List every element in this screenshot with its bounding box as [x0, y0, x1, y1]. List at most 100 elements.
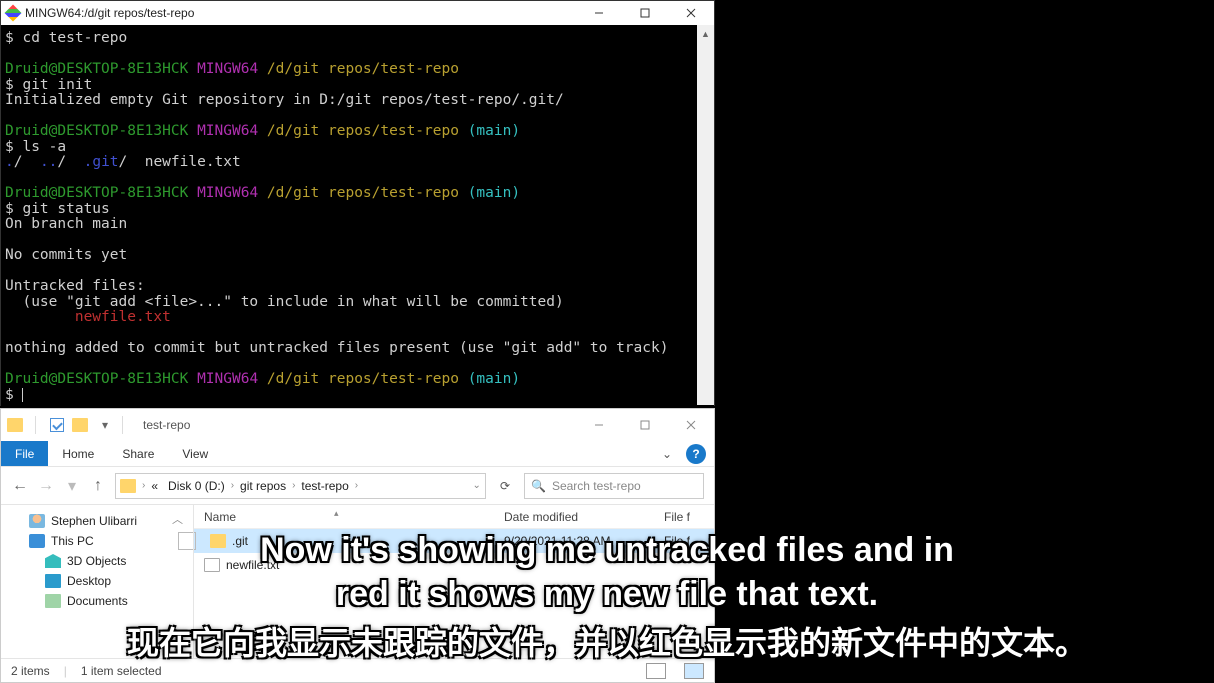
- folder-icon: [7, 418, 23, 432]
- tab-view[interactable]: View: [168, 441, 222, 466]
- desktop-icon: [45, 574, 61, 588]
- scrollbar[interactable]: ▲: [697, 25, 714, 405]
- terminal-line: Druid@DESKTOP-8E13HCK MINGW64 /d/git rep…: [5, 372, 710, 388]
- help-button[interactable]: ?: [686, 444, 706, 464]
- address-bar-row: ← → ▾ ↑ › « Disk 0 (D:) › git repos › te…: [1, 467, 714, 505]
- crumb-segment[interactable]: test-repo: [297, 479, 352, 493]
- column-headers[interactable]: ▴Name Date modified File f: [194, 505, 714, 529]
- docs-icon: [45, 594, 61, 608]
- terminal-line: $ git init: [5, 78, 710, 94]
- terminal-window: MINGW64:/d/git repos/test-repo $ cd test…: [0, 0, 715, 406]
- refresh-button[interactable]: ⟳: [494, 479, 516, 493]
- file-row[interactable]: newfile.txt: [194, 553, 714, 577]
- search-input[interactable]: 🔍 Search test-repo: [524, 473, 704, 499]
- maximize-button[interactable]: [622, 1, 668, 25]
- scroll-up-icon[interactable]: ▲: [697, 25, 714, 42]
- col-name[interactable]: ▴Name: [194, 510, 494, 524]
- terminal-line: [5, 264, 710, 280]
- mingw-icon: [5, 5, 22, 22]
- recent-dropdown[interactable]: ▾: [63, 476, 81, 496]
- status-item-count: 2 items: [11, 664, 50, 678]
- terminal-line: [5, 233, 710, 249]
- ribbon-expand-icon[interactable]: ⌄: [652, 441, 682, 466]
- maximize-button[interactable]: [622, 413, 668, 437]
- terminal-line: newfile.txt: [5, 310, 710, 326]
- chevron-icon[interactable]: ›: [292, 480, 295, 491]
- folder-icon: [210, 534, 226, 548]
- status-selected-count: 1 item selected: [81, 664, 162, 678]
- nav-item[interactable]: 3D Objects: [5, 551, 189, 571]
- terminal-line: $ cd test-repo: [5, 31, 710, 47]
- file-name: .git: [232, 534, 248, 548]
- terminal-line: $: [5, 388, 710, 404]
- user-icon: [29, 514, 45, 528]
- col-date[interactable]: Date modified: [494, 510, 654, 524]
- chevron-icon[interactable]: ›: [355, 480, 358, 491]
- nav-item[interactable]: Desktop: [5, 571, 189, 591]
- folder-icon[interactable]: [72, 418, 88, 432]
- chevron-icon[interactable]: ›: [231, 480, 234, 491]
- file-type: File f: [654, 534, 714, 548]
- file-list[interactable]: .git 9/20/2021 11:28 AMFile f newfile.txt: [194, 529, 714, 658]
- close-button[interactable]: [668, 413, 714, 437]
- minimize-button[interactable]: [576, 1, 622, 25]
- search-icon: 🔍: [531, 479, 546, 493]
- view-large-button[interactable]: [684, 663, 704, 679]
- terminal-line: [5, 171, 710, 187]
- terminal-line: No commits yet: [5, 248, 710, 264]
- terminal-line: Untracked files:: [5, 279, 710, 295]
- nav-item-label: Documents: [67, 594, 128, 608]
- terminal-line: [5, 326, 710, 342]
- crumb-segment[interactable]: git repos: [236, 479, 290, 493]
- view-details-button[interactable]: [646, 663, 666, 679]
- terminal-titlebar[interactable]: MINGW64:/d/git repos/test-repo: [1, 1, 714, 25]
- window-title: test-repo: [143, 418, 190, 432]
- col-type[interactable]: File f: [654, 510, 714, 524]
- terminal-line: On branch main: [5, 217, 710, 233]
- crumb-segment[interactable]: Disk 0 (D:): [164, 479, 229, 493]
- check-icon[interactable]: [50, 418, 64, 432]
- dropdown-icon[interactable]: ▾: [102, 418, 108, 432]
- status-bar: 2 items | 1 item selected: [1, 658, 714, 682]
- terminal-line: nothing added to commit but untracked fi…: [5, 341, 710, 357]
- crumb-overflow[interactable]: «: [147, 479, 162, 493]
- terminal-line: $ git status: [5, 202, 710, 218]
- tab-file[interactable]: File: [1, 441, 48, 466]
- folder-icon: [120, 479, 136, 493]
- up-button[interactable]: ↑: [89, 477, 107, 495]
- minimize-button[interactable]: [576, 413, 622, 437]
- file-name: newfile.txt: [226, 558, 279, 572]
- nav-item[interactable]: Stephen Ulibarri: [5, 511, 189, 531]
- chevron-icon[interactable]: ›: [142, 480, 145, 491]
- explorer-titlebar[interactable]: ▾ test-repo: [1, 409, 714, 441]
- sort-asc-icon: ▴: [334, 508, 339, 519]
- nav-item[interactable]: This PC: [5, 531, 189, 551]
- nav-pane[interactable]: ︿ Stephen Ulibarri This PC 3D Objects Deskt…: [1, 505, 194, 658]
- breadcrumb[interactable]: › « Disk 0 (D:) › git repos › test-repo …: [115, 473, 486, 499]
- forward-button[interactable]: →: [37, 477, 55, 495]
- terminal-line: (use "git add <file>..." to include in w…: [5, 295, 710, 311]
- tab-home[interactable]: Home: [48, 441, 108, 466]
- terminal-title: MINGW64:/d/git repos/test-repo: [25, 6, 194, 20]
- tab-share[interactable]: Share: [108, 441, 168, 466]
- dropdown-icon[interactable]: ⌄: [473, 480, 481, 491]
- explorer-window: ▾ test-repo File Home Share View ⌄ ? ← →…: [0, 408, 715, 683]
- terminal-line: ./ ../ .git/ newfile.txt: [5, 155, 710, 171]
- txt-icon: [204, 558, 220, 572]
- terminal-line: [5, 357, 710, 373]
- nav-item-label: Stephen Ulibarri: [51, 514, 137, 528]
- back-button[interactable]: ←: [11, 477, 29, 495]
- nav-item-label: Desktop: [67, 574, 111, 588]
- nav-item-label: This PC: [51, 534, 94, 548]
- terminal-line: $ ls -a: [5, 140, 710, 156]
- terminal-output[interactable]: $ cd test-repo Druid@DESKTOP-8E13HCK MIN…: [1, 25, 714, 407]
- terminal-line: [5, 47, 710, 63]
- obj3d-icon: [45, 554, 61, 568]
- close-button[interactable]: [668, 1, 714, 25]
- terminal-line: Druid@DESKTOP-8E13HCK MINGW64 /d/git rep…: [5, 62, 710, 78]
- terminal-line: Druid@DESKTOP-8E13HCK MINGW64 /d/git rep…: [5, 124, 710, 140]
- chevron-up-icon[interactable]: ︿: [172, 511, 183, 527]
- file-row[interactable]: .git 9/20/2021 11:28 AMFile f: [194, 529, 714, 553]
- nav-item[interactable]: Documents: [5, 591, 189, 611]
- file-date: 9/20/2021 11:28 AM: [494, 534, 654, 548]
